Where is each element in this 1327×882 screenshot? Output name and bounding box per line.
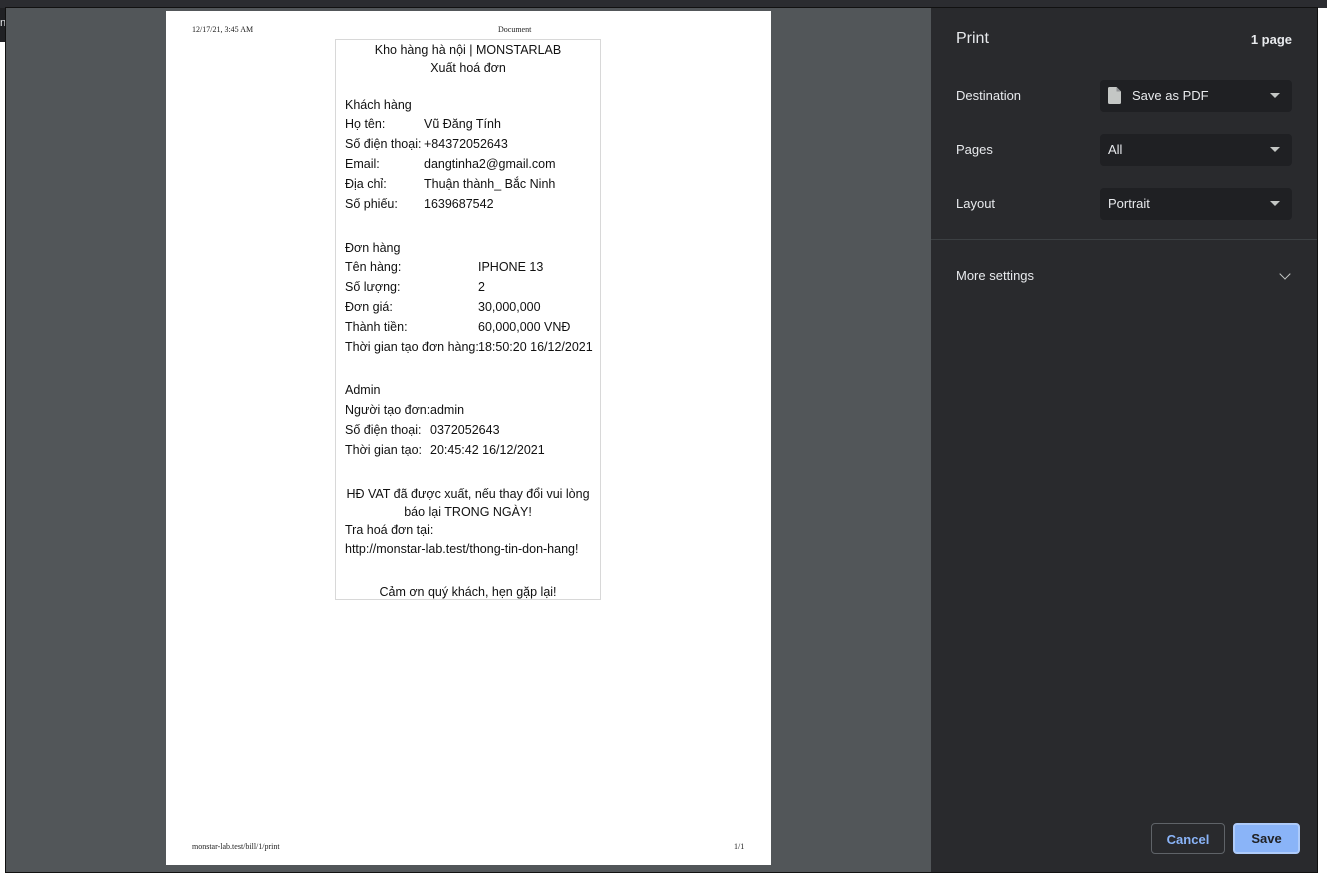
customer-section-title: Khách hàng	[345, 98, 412, 112]
customer-value: +84372052643	[424, 137, 508, 151]
page-footer-number: 1/1	[734, 842, 745, 851]
receipt-heading: Xuất hoá đơn	[430, 61, 506, 75]
print-settings-panel: Print 1 page Destination Save as PDF Pag…	[931, 8, 1317, 872]
customer-value: 1639687542	[424, 197, 494, 211]
customer-label: Số điện thoại:	[345, 137, 422, 151]
admin-section-title: Admin	[345, 383, 381, 397]
layout-label: Layout	[956, 196, 996, 211]
admin-value: admin	[430, 403, 465, 417]
receipt: Kho hàng hà nội | MONSTARLAB Xuất hoá đơ…	[335, 39, 601, 600]
cancel-button[interactable]: Cancel	[1151, 823, 1225, 854]
pages-value: All	[1108, 142, 1123, 157]
admin-value: 20:45:42 16/12/2021	[430, 443, 545, 457]
layout-value: Portrait	[1108, 196, 1150, 211]
lookup-label: Tra hoá đơn tại:	[345, 523, 434, 537]
admin-label: Thời gian tạo:	[345, 443, 422, 457]
order-value: 30,000,000	[478, 300, 541, 314]
more-settings-toggle[interactable]: More settings	[956, 268, 1034, 283]
customer-label: Họ tên:	[345, 117, 386, 131]
vat-notice-line2: báo lại TRONG NGÀY!	[404, 505, 532, 519]
settings-divider	[931, 239, 1317, 240]
page-footer-url: monstar-lab.test/bill/1/print	[192, 842, 280, 851]
expand-chevron-icon[interactable]	[1279, 268, 1291, 280]
pages-select[interactable]: All	[1100, 134, 1292, 166]
destination-value: Save as PDF	[1132, 88, 1209, 103]
vat-notice-line1: HĐ VAT đã được xuất, nếu thay đổi vui lò…	[346, 487, 590, 501]
chevron-down-icon	[1270, 93, 1280, 98]
order-label: Đơn giá:	[345, 300, 393, 314]
thanks-message: Cảm ơn quý khách, hẹn gặp lại!	[379, 585, 557, 599]
order-label: Thời gian tạo đơn hàng:	[345, 340, 479, 354]
chevron-down-icon	[1270, 201, 1280, 206]
page-count: 1 page	[1250, 32, 1292, 47]
admin-value: 0372052643	[430, 423, 500, 437]
customer-value: dangtinha2@gmail.com	[424, 157, 556, 171]
order-value: 2	[478, 280, 485, 294]
customer-value: Thuận thành_ Bắc Ninh	[424, 177, 556, 191]
layout-select[interactable]: Portrait	[1100, 188, 1292, 220]
order-label: Thành tiền:	[345, 320, 408, 334]
browser-top-strip	[0, 0, 1327, 8]
chevron-down-icon	[1270, 147, 1280, 152]
order-label: Số lượng:	[345, 280, 401, 294]
order-section-title: Đơn hàng	[345, 241, 401, 255]
save-button[interactable]: Save	[1233, 823, 1300, 854]
pages-label: Pages	[956, 142, 993, 157]
order-label: Tên hàng:	[345, 260, 402, 274]
customer-value: Vũ Đăng Tính	[424, 117, 501, 131]
admin-label: Số điện thoại:	[345, 423, 422, 437]
order-value: 60,000,000 VNĐ	[478, 320, 571, 334]
page-header-title: Document	[498, 25, 532, 34]
destination-label: Destination	[956, 88, 1022, 103]
customer-label: Số phiếu:	[345, 197, 398, 211]
document-icon	[1108, 87, 1121, 104]
destination-select[interactable]: Save as PDF	[1100, 80, 1292, 112]
preview-page: 12/17/21, 3:45 AM Document monstar-lab.t…	[166, 11, 771, 865]
customer-label: Email:	[345, 157, 380, 171]
print-preview-area: 12/17/21, 3:45 AM Document monstar-lab.t…	[6, 8, 931, 872]
order-value: 18:50:20 16/12/2021	[478, 340, 593, 354]
customer-label: Địa chỉ:	[345, 177, 387, 191]
admin-label: Người tạo đơn:	[345, 403, 431, 417]
receipt-store-name: Kho hàng hà nội | MONSTARLAB	[374, 43, 562, 57]
order-value: IPHONE 13	[478, 260, 544, 274]
print-title: Print	[956, 30, 989, 47]
page-header-datetime: 12/17/21, 3:45 AM	[192, 25, 254, 34]
lookup-url: http://monstar-lab.test/thong-tin-don-ha…	[345, 542, 579, 556]
